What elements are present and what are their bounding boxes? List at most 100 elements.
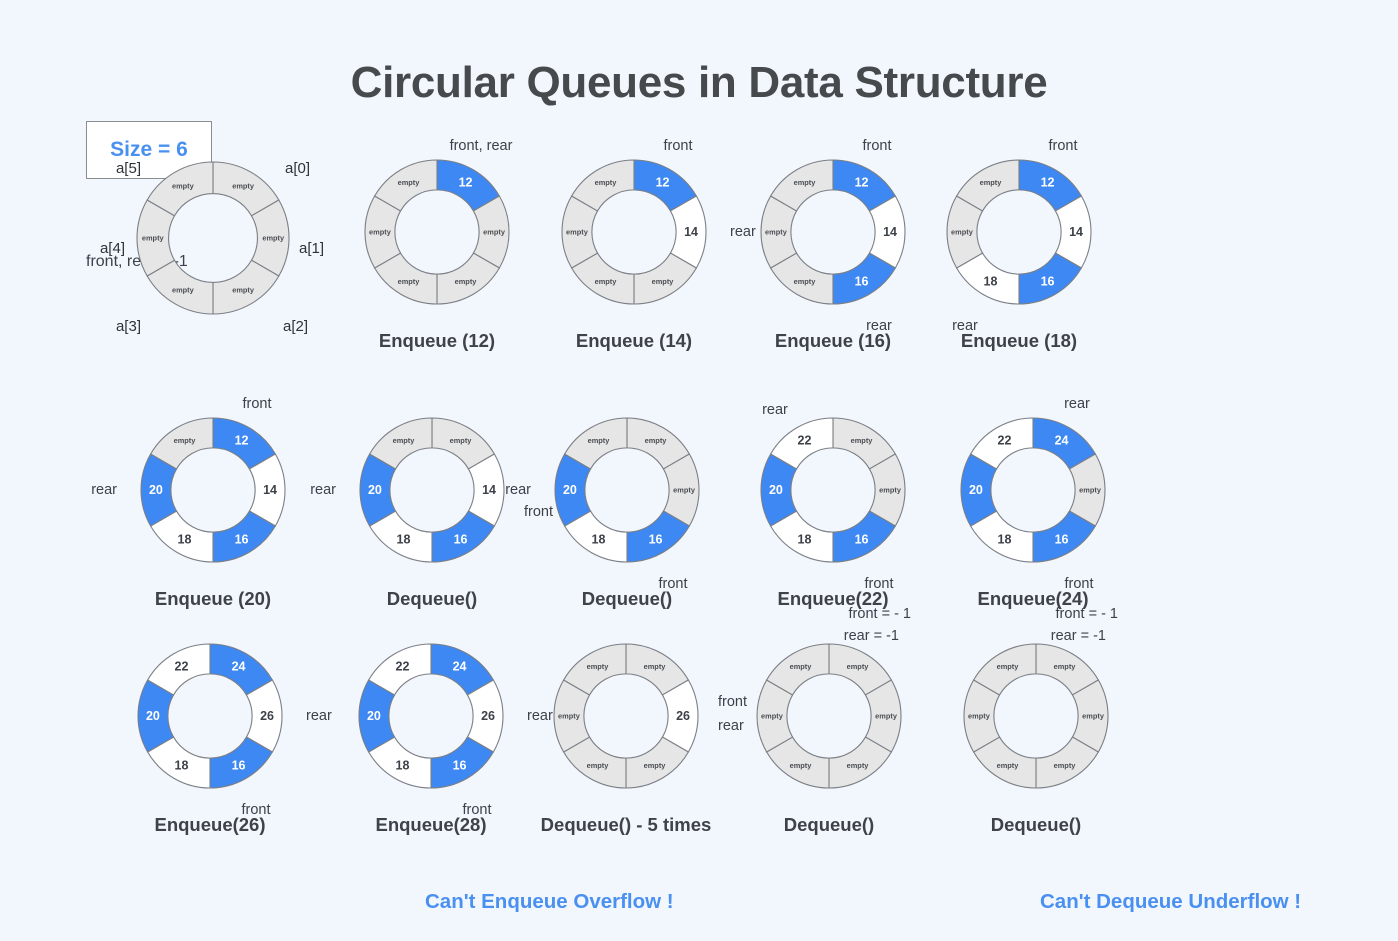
queue-slot-label-3: 18 xyxy=(798,532,812,546)
queue-slot-label-3: empty xyxy=(794,277,817,286)
circular-queue-donut: 12 empty empty empty empty empty xyxy=(364,159,510,305)
queue-slot-label-2: 16 xyxy=(453,758,467,772)
queue-slot-label-2: 16 xyxy=(235,532,249,546)
circular-queue-donut: empty empty 16 18 20 empty xyxy=(554,417,700,563)
circular-queue-donut: 12 14 16 18 20 empty xyxy=(140,417,286,563)
queue-state-0: empty empty empty empty empty empty a[0] a[1] a[… xyxy=(83,160,343,410)
queue-slot-label-4: empty xyxy=(142,234,165,243)
underflow-note: Can't Dequeue Underflow ! xyxy=(1040,890,1302,913)
queue-slot-label-2: 16 xyxy=(1041,274,1055,288)
queue-slot-label-5: empty xyxy=(587,662,610,671)
queue-slot-label-4: 20 xyxy=(367,709,381,723)
queue-slot-label-0: 24 xyxy=(232,660,246,674)
index-label-5: a[5] xyxy=(115,160,141,177)
size-box-label: Size = 6 xyxy=(110,138,188,161)
circular-queue-donut: empty 26 empty empty empty empty xyxy=(553,643,699,789)
queue-slot-label-4: empty xyxy=(951,228,974,237)
queue-slot-label-3: 18 xyxy=(998,532,1012,546)
queue-slot-label-4: 20 xyxy=(149,483,163,497)
step-caption: Enqueue (18) xyxy=(960,330,1078,351)
index-label-3: a[3] xyxy=(115,318,141,335)
queue-slot-label-5: empty xyxy=(588,436,611,445)
queue-slot-label-0: 24 xyxy=(453,660,467,674)
queue-slot-label-5: empty xyxy=(794,178,817,187)
circular-queue-donut: 24 26 16 18 20 22 xyxy=(137,643,283,789)
queue-slot-label-4: empty xyxy=(566,228,589,237)
circular-queue-donut: empty 14 16 18 20 empty xyxy=(359,417,505,563)
queue-slot-label-4: empty xyxy=(765,228,788,237)
queue-slot-label-0: 12 xyxy=(855,176,869,190)
queue-slot-label-2: 16 xyxy=(1055,532,1069,546)
pointer-label-front: front, rear xyxy=(449,138,513,154)
queue-state-4: 12 14 16 18 empty empty front rear Enqueue (18) xyxy=(889,138,1149,408)
circular-queue-donut: 12 14 16 18 empty empty xyxy=(946,159,1092,305)
index-label-4: a[4] xyxy=(99,240,125,257)
queue-state-9: 24 empty 16 18 20 22 front rear Enqueue(24) xyxy=(903,396,1163,666)
queue-slot-label-3: empty xyxy=(790,761,813,770)
queue-slot-label-1: empty xyxy=(483,228,506,237)
queue-slot-label-2: empty xyxy=(1054,761,1077,770)
circular-queue-donut: empty empty empty empty empty empty xyxy=(963,643,1109,789)
pointer-label-front: front xyxy=(862,138,892,154)
queue-slot-label-0: 12 xyxy=(235,434,249,448)
queue-slot-label-4: empty xyxy=(369,228,392,237)
queue-slot-label-0: empty xyxy=(450,436,473,445)
circular-queue-donut: empty empty empty empty empty empty xyxy=(136,161,290,315)
circular-queue-donut: 121416emptyemptyempty xyxy=(760,159,906,305)
queue-slot-label-1: 26 xyxy=(481,709,495,723)
queue-slot-label-1: 14 xyxy=(482,483,496,497)
queue-slot-label-5: 22 xyxy=(175,660,189,674)
queue-slot-label-1: 26 xyxy=(676,709,690,723)
step-caption: Enqueue(24) xyxy=(977,588,1089,609)
queue-slot-label-2: 16 xyxy=(855,274,869,288)
circular-queue-donut: empty empty 16 18 20 22 xyxy=(760,417,906,563)
queue-slot-label-4: empty xyxy=(968,712,991,721)
queue-slot-label-1: 14 xyxy=(263,483,277,497)
queue-slot-label-3: empty xyxy=(587,761,610,770)
queue-slot-label-4: 20 xyxy=(563,483,577,497)
queue-slot-label-5: empty xyxy=(595,178,618,187)
queue-slot-label-3: 18 xyxy=(178,532,192,546)
step-caption: Dequeue() xyxy=(990,814,1082,835)
queue-slot-label-0: empty xyxy=(232,181,255,190)
queue-slot-label-0: empty xyxy=(644,662,667,671)
pointer-label-rear: rear = -1 xyxy=(843,628,899,644)
queue-slot-label-3: empty xyxy=(595,277,618,286)
index-label-2: a[2] xyxy=(283,318,309,335)
queue-slot-label-3: 18 xyxy=(592,532,606,546)
queue-state-14: empty empty empty empty empty empty front = - … xyxy=(906,606,1166,892)
circular-queue-donut: 12 14 empty empty empty empty xyxy=(561,159,707,305)
circular-queue-donut: 24 26 16 18 20 22 xyxy=(358,643,504,789)
page-title: Circular Queues in Data Structure xyxy=(350,58,1048,107)
queue-slot-label-5: 22 xyxy=(798,434,812,448)
pointer-label-rear: rear xyxy=(505,482,531,498)
queue-slot-label-2: empty xyxy=(232,286,255,295)
queue-slot-label-3: 18 xyxy=(984,274,998,288)
queue-slot-label-5: empty xyxy=(398,178,421,187)
queue-slot-label-1: empty xyxy=(262,234,285,243)
queue-slot-label-0: 24 xyxy=(1055,434,1069,448)
queue-slot-label-1: empty xyxy=(673,486,696,495)
overflow-note: Can't Enqueue Overflow ! xyxy=(425,890,674,913)
queue-slot-label-2: 16 xyxy=(232,758,246,772)
pointer-label-front: front xyxy=(1048,138,1078,154)
queue-slot-label-1: empty xyxy=(1082,712,1105,721)
queue-slot-label-0: empty xyxy=(851,436,874,445)
queue-slot-label-5: empty xyxy=(174,436,197,445)
queue-slot-label-1: empty xyxy=(879,486,902,495)
queue-slot-label-3: 18 xyxy=(175,758,189,772)
queue-slot-label-0: 12 xyxy=(459,176,473,190)
queue-slot-label-3: 18 xyxy=(396,758,410,772)
queue-slot-label-5: empty xyxy=(172,181,195,190)
queue-slot-label-4: 20 xyxy=(146,709,160,723)
queue-slot-label-0: empty xyxy=(645,436,668,445)
queue-slot-label-2: empty xyxy=(644,761,667,770)
queue-slot-label-4: 20 xyxy=(769,483,783,497)
queue-slot-label-5: 22 xyxy=(396,660,410,674)
queue-slot-label-5: empty xyxy=(393,436,416,445)
pointer-label-front: front xyxy=(663,138,693,154)
queue-slot-label-5: empty xyxy=(980,178,1003,187)
queue-slot-label-4: 20 xyxy=(969,483,983,497)
queue-slot-label-2: empty xyxy=(455,277,478,286)
queue-slot-label-1: empty xyxy=(1079,486,1102,495)
